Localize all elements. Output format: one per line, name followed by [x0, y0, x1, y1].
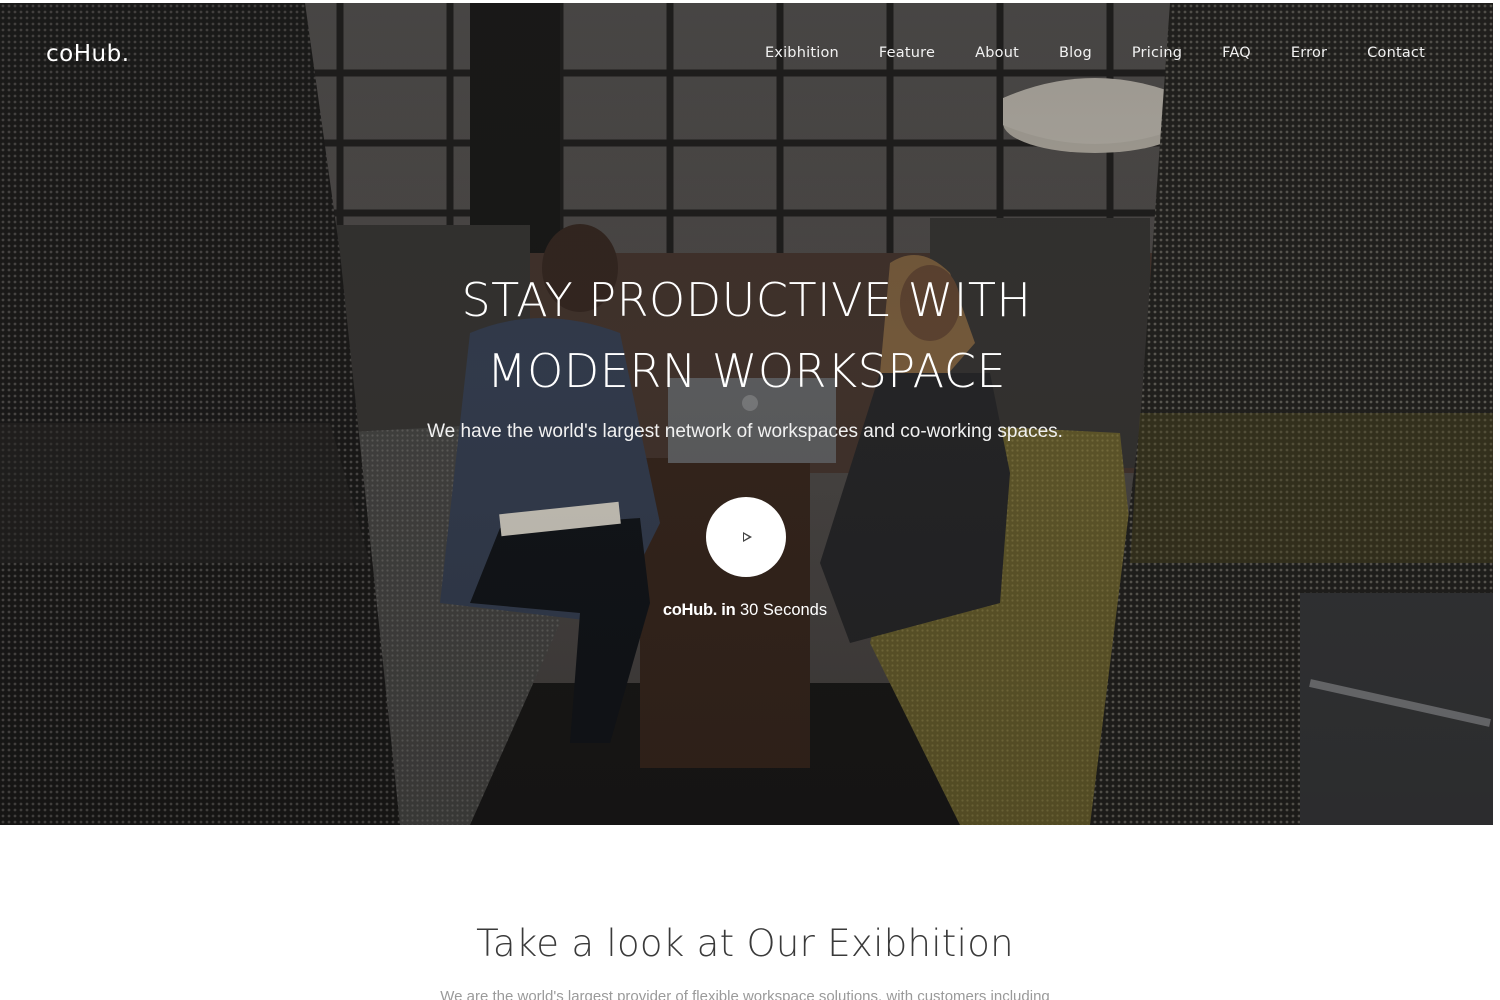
- video-caption-brand: coHub. in: [662, 601, 736, 619]
- main-nav: Exibhition Feature About Blog Pricing FA…: [765, 45, 1425, 61]
- play-icon: [743, 532, 752, 542]
- section-subtitle: We are the world's largest provider of f…: [440, 988, 1050, 1000]
- nav-item-blog[interactable]: Blog: [1059, 45, 1092, 61]
- nav-item-contact[interactable]: Contact: [1367, 45, 1425, 61]
- hero-headline-line-2: MODERN WORKSPACE: [486, 344, 1007, 398]
- play-video-button[interactable]: [706, 497, 786, 577]
- hero-section: coHub. Exibhition Feature About Blog Pri…: [0, 3, 1493, 825]
- video-caption-duration: 30 Seconds: [735, 601, 828, 619]
- hero-headline: STAY PRODUCTIVE WITH MODERN WORKSPACE: [0, 265, 1493, 407]
- nav-item-feature[interactable]: Feature: [879, 45, 935, 61]
- nav-item-faq[interactable]: FAQ: [1222, 45, 1251, 61]
- brand-logo[interactable]: coHub.: [46, 41, 130, 67]
- hero-subline: We have the world's largest network of w…: [427, 421, 1063, 442]
- nav-item-exhibition[interactable]: Exibhition: [765, 45, 839, 61]
- nav-item-pricing[interactable]: Pricing: [1132, 45, 1182, 61]
- nav-item-error[interactable]: Error: [1291, 45, 1327, 61]
- nav-item-about[interactable]: About: [975, 45, 1019, 61]
- hero-overlay: [0, 3, 1493, 825]
- section-title: Take a look at Our Exibhition: [476, 922, 1014, 965]
- video-caption: coHub. in 30 Seconds: [0, 601, 1490, 620]
- hero-headline-line-1: STAY PRODUCTIVE WITH: [461, 273, 1032, 327]
